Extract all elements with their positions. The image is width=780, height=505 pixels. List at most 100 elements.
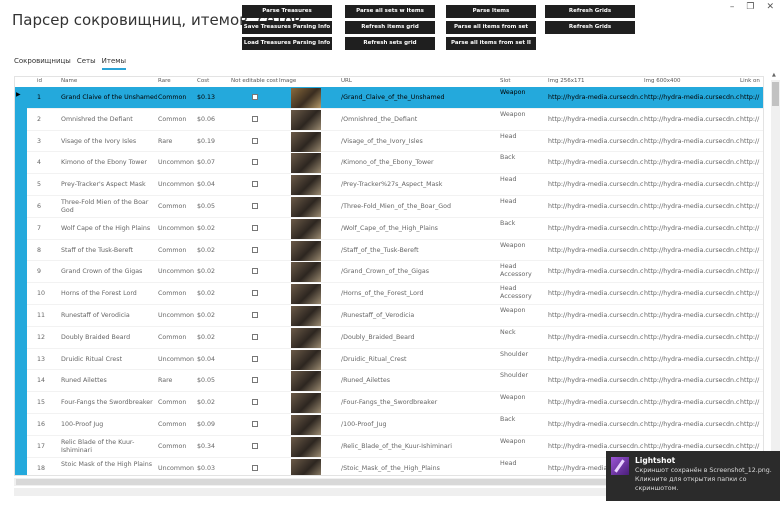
- item-thumbnail: [291, 284, 321, 305]
- col-header-slot[interactable]: Slot: [500, 78, 511, 84]
- cell-cost: $0.03: [197, 464, 216, 472]
- col-header-image[interactable]: Image: [279, 78, 296, 84]
- cell-img256: http://hydra-media.cursecdn.cor: [548, 290, 643, 298]
- not-editable-cost-checkbox[interactable]: [252, 377, 258, 384]
- maximize-icon[interactable]: ❐: [746, 2, 754, 12]
- not-editable-cost-checkbox[interactable]: [252, 290, 258, 297]
- col-header-rare[interactable]: Rare: [158, 78, 171, 84]
- cell-img256: http://hydra-media.cursecdn.cor: [548, 355, 643, 363]
- row-selector-column[interactable]: ▶: [15, 87, 27, 475]
- tab-sets[interactable]: Сеты: [77, 57, 96, 70]
- close-icon[interactable]: ✕: [766, 2, 774, 12]
- parse-items-button[interactable]: Parse Items: [446, 5, 536, 18]
- cell-slot: Head: [500, 176, 517, 184]
- col-header-url[interactable]: URL: [341, 78, 352, 84]
- cell-slot: Weapon: [500, 394, 526, 402]
- load-treasures-button[interactable]: Load Treasures Parsing Info: [242, 37, 332, 50]
- table-row[interactable]: 16 100-Proof Jug Common $0.09/100-Proof_Jug…: [27, 414, 763, 436]
- table-row[interactable]: 12 Doubly Braided Beard Common $0.02/Doubly…: [27, 327, 763, 349]
- cell-name: Visage of the Ivory Isles: [61, 137, 137, 145]
- cell-id: 1: [37, 94, 42, 101]
- parse-all-from-set-button[interactable]: Parse all items from set: [446, 21, 536, 34]
- table-row[interactable]: 10 Horns of the Forest Lord Common $0.02/Ho…: [27, 283, 763, 305]
- not-editable-cost-checkbox[interactable]: [252, 94, 258, 100]
- table-row[interactable]: 4 Kimono of the Ebony Tower Uncommon $0.07 /…: [27, 152, 763, 175]
- table-row[interactable]: 14 Runed Ailettes Rare $0.05/Runed_Ailettes…: [27, 370, 763, 393]
- cell-name: Doubly Braided Beard: [61, 333, 131, 341]
- not-editable-cost-checkbox[interactable]: [252, 312, 258, 318]
- col-header-name[interactable]: Name: [61, 78, 77, 84]
- table-row[interactable]: 9 Grand Crown of the Gigas Uncommon $0.02/G…: [27, 261, 763, 284]
- table-row[interactable]: 6 Three-Fold Mien of the Boar God Common $0…: [27, 196, 763, 218]
- table-row[interactable]: 7 Wolf Cape of the High Plains Uncommon $0.…: [27, 218, 763, 240]
- not-editable-cost-checkbox[interactable]: [252, 442, 258, 449]
- table-row[interactable]: 5 Prey-Tracker's Aspect Mask Uncommon $0.04…: [27, 174, 763, 196]
- cell-id: 12: [37, 333, 46, 341]
- not-editable-cost-checkbox[interactable]: [252, 333, 258, 340]
- not-editable-cost-checkbox[interactable]: [252, 159, 258, 166]
- not-editable-cost-checkbox[interactable]: [252, 464, 258, 471]
- table-row[interactable]: 3 Visage of the Ivory Isles Rare $0.19/Visa…: [27, 131, 763, 153]
- col-header-img600[interactable]: Img 600x400: [644, 78, 680, 84]
- refresh-items-button[interactable]: Refresh items grid: [345, 21, 435, 34]
- col-header-id[interactable]: id: [37, 78, 42, 84]
- refresh-grids-button[interactable]: Refresh Grids: [545, 5, 635, 18]
- parse-all-from-set-2-button[interactable]: Parse all items from set II: [446, 37, 536, 50]
- cell-name: 100-Proof Jug: [61, 421, 104, 428]
- col-header-cost[interactable]: Cost: [197, 78, 209, 84]
- cell-link: http://: [740, 203, 760, 210]
- lightshot-logo-icon: [611, 457, 629, 475]
- cell-slot: Head: [500, 459, 517, 467]
- cell-cost: $0.02: [197, 290, 216, 298]
- not-editable-cost-checkbox[interactable]: [252, 399, 258, 406]
- table-row[interactable]: 8 Staff of the Tusk-Bereft Common $0.02/Sta…: [27, 240, 763, 262]
- table-row[interactable]: 11 Runestaff of Verodicia Uncommon $0.02/Ru…: [27, 305, 763, 327]
- item-thumbnail: [291, 218, 321, 239]
- not-editable-cost-checkbox[interactable]: [252, 181, 258, 188]
- item-thumbnail: [291, 109, 321, 130]
- col-header-img256[interactable]: Img 256x171: [548, 78, 584, 84]
- cell-id: 18: [37, 464, 46, 472]
- parse-treasures-button[interactable]: Parse Treasures: [242, 5, 332, 18]
- vertical-scroll-thumb[interactable]: [772, 82, 779, 106]
- cell-slot: Back: [500, 416, 516, 423]
- tab-items[interactable]: Итемы: [101, 57, 127, 70]
- col-header-not-editable-cost[interactable]: Not editable cost: [231, 78, 278, 84]
- cell-url: /Visage_of_the_Ivory_Isles: [341, 137, 423, 145]
- table-row[interactable]: 2 Omnishred the Defiant Common $0.06/Omnish…: [27, 109, 763, 131]
- col-header-link[interactable]: Link on: [740, 78, 760, 84]
- not-editable-cost-checkbox[interactable]: [252, 268, 258, 275]
- refresh-sets-button[interactable]: Refresh sets grid: [345, 37, 435, 50]
- not-editable-cost-checkbox[interactable]: [252, 137, 258, 144]
- not-editable-cost-checkbox[interactable]: [252, 115, 258, 122]
- vertical-scrollbar[interactable]: ▲: [771, 72, 780, 474]
- not-editable-cost-checkbox[interactable]: [252, 246, 258, 253]
- cell-name: Wolf Cape of the High Plains: [61, 224, 151, 232]
- scroll-up-icon[interactable]: ▲: [772, 72, 776, 78]
- save-treasures-button[interactable]: Save Treasures Parsing Info: [242, 21, 332, 34]
- item-thumbnail: [291, 240, 321, 261]
- not-editable-cost-checkbox[interactable]: [252, 224, 258, 231]
- cell-cost: $0.02: [197, 312, 216, 319]
- cell-rare: Common: [158, 399, 187, 407]
- cell-slot: Head: [500, 132, 517, 140]
- cell-link: http://: [740, 137, 760, 145]
- parse-sets-button[interactable]: Parse all sets w Items: [345, 5, 435, 18]
- not-editable-cost-checkbox[interactable]: [252, 355, 258, 362]
- table-row[interactable]: 1 Grand Claive of the Unshamed Common $0.13…: [27, 87, 763, 109]
- table-row[interactable]: 15 Four-Fangs the Swordbreaker Common $0.02…: [27, 392, 763, 414]
- tab-treasures[interactable]: Сокровищницы: [14, 57, 71, 70]
- status-bar: [14, 488, 610, 496]
- minimize-icon[interactable]: –: [730, 2, 735, 12]
- cell-url: /Druidic_Ritual_Crest: [341, 355, 407, 363]
- table-row[interactable]: 13 Druidic Ritual Crest Uncommon $0.04/Drui…: [27, 349, 763, 371]
- horizontal-scroll-thumb[interactable]: [16, 479, 616, 485]
- refresh-grids-2-button[interactable]: Refresh Grids: [545, 21, 635, 34]
- cell-url: /Omnishred_the_Defiant: [341, 115, 418, 123]
- app-window: – ❐ ✕ Парсер сокровищниц, итемов, сетов …: [0, 0, 780, 505]
- cell-img600: http://hydra-media.cursecdn.cor: [644, 268, 739, 276]
- not-editable-cost-checkbox[interactable]: [252, 203, 258, 209]
- not-editable-cost-checkbox[interactable]: [252, 421, 258, 427]
- lightshot-notification[interactable]: Lightshot Скриншот сохранён в Screenshot…: [606, 451, 780, 501]
- cell-cost: $0.04: [197, 181, 216, 189]
